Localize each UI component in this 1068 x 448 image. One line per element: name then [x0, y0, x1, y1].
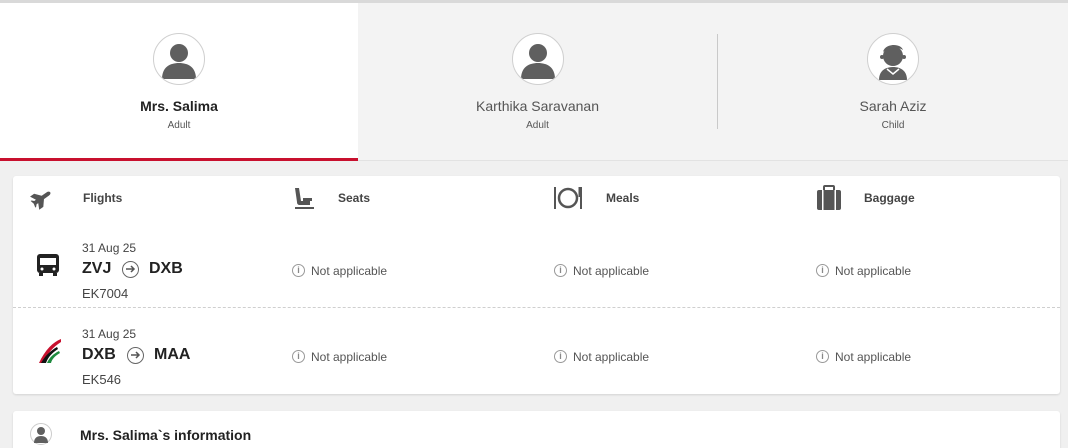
- section-title: Mrs. Salima`s information: [80, 427, 252, 443]
- airplane-icon: [30, 186, 54, 210]
- column-header-meals: Meals: [606, 191, 640, 205]
- passenger-type: Adult: [167, 120, 191, 131]
- passenger-name: Karthika Saravanan: [476, 98, 599, 114]
- segment-flight-number: EK7004: [82, 286, 129, 301]
- passenger-name: Sarah Aziz: [859, 98, 927, 114]
- arrow-right-icon: [127, 347, 144, 364]
- bus-icon: [35, 252, 61, 278]
- column-header-flights: Flights: [83, 191, 123, 205]
- info-icon: i: [554, 264, 567, 277]
- passenger-tab-1[interactable]: Mrs. Salima Adult: [0, 3, 358, 161]
- segment-origin: DXB: [82, 346, 116, 363]
- segment-divider: [13, 307, 1060, 308]
- info-icon: i: [292, 264, 305, 277]
- passenger-type: Child: [881, 120, 905, 131]
- arrow-right-icon: [122, 261, 139, 278]
- passenger-tabs: Mrs. Salima Adult Karthika Saravanan Adu…: [0, 3, 1068, 161]
- seats-status: Not applicable: [311, 264, 388, 278]
- meals-status: Not applicable: [573, 264, 650, 278]
- info-icon: i: [816, 350, 829, 363]
- segment-destination: DXB: [149, 260, 183, 277]
- seat-icon: [291, 185, 317, 211]
- baggage-icon: [815, 185, 843, 211]
- person-icon: [153, 33, 205, 85]
- person-icon: [511, 33, 564, 85]
- segment-flight-number: EK546: [82, 372, 122, 387]
- baggage-status: Not applicable: [835, 264, 912, 278]
- column-header-seats: Seats: [338, 191, 371, 205]
- passenger-tab-3[interactable]: Sarah Aziz Child: [718, 3, 1068, 161]
- info-icon: i: [292, 350, 305, 363]
- passenger-tab-2[interactable]: Karthika Saravanan Adult: [358, 3, 717, 161]
- person-icon: [30, 423, 52, 445]
- extras-summary-card: Flights Seats Meals Baggage 31 Aug 25 ZV…: [13, 176, 1060, 394]
- seats-status: Not applicable: [311, 350, 388, 364]
- meals-status: Not applicable: [573, 350, 650, 364]
- column-header-baggage: Baggage: [864, 191, 915, 205]
- passenger-type: Adult: [526, 120, 549, 131]
- passenger-name: Mrs. Salima: [140, 98, 218, 114]
- info-icon: i: [816, 264, 829, 277]
- child-icon: [867, 33, 919, 85]
- segment-origin: ZVJ: [82, 260, 112, 277]
- segment-date: 31 Aug 25: [82, 327, 137, 341]
- segment-destination: MAA: [154, 346, 191, 363]
- info-icon: i: [554, 350, 567, 363]
- passenger-information-section[interactable]: Mrs. Salima`s information: [13, 411, 1060, 448]
- segment-date: 31 Aug 25: [82, 241, 137, 255]
- meal-icon: [552, 185, 584, 211]
- emirates-logo-icon: [35, 336, 65, 366]
- baggage-status: Not applicable: [835, 350, 912, 364]
